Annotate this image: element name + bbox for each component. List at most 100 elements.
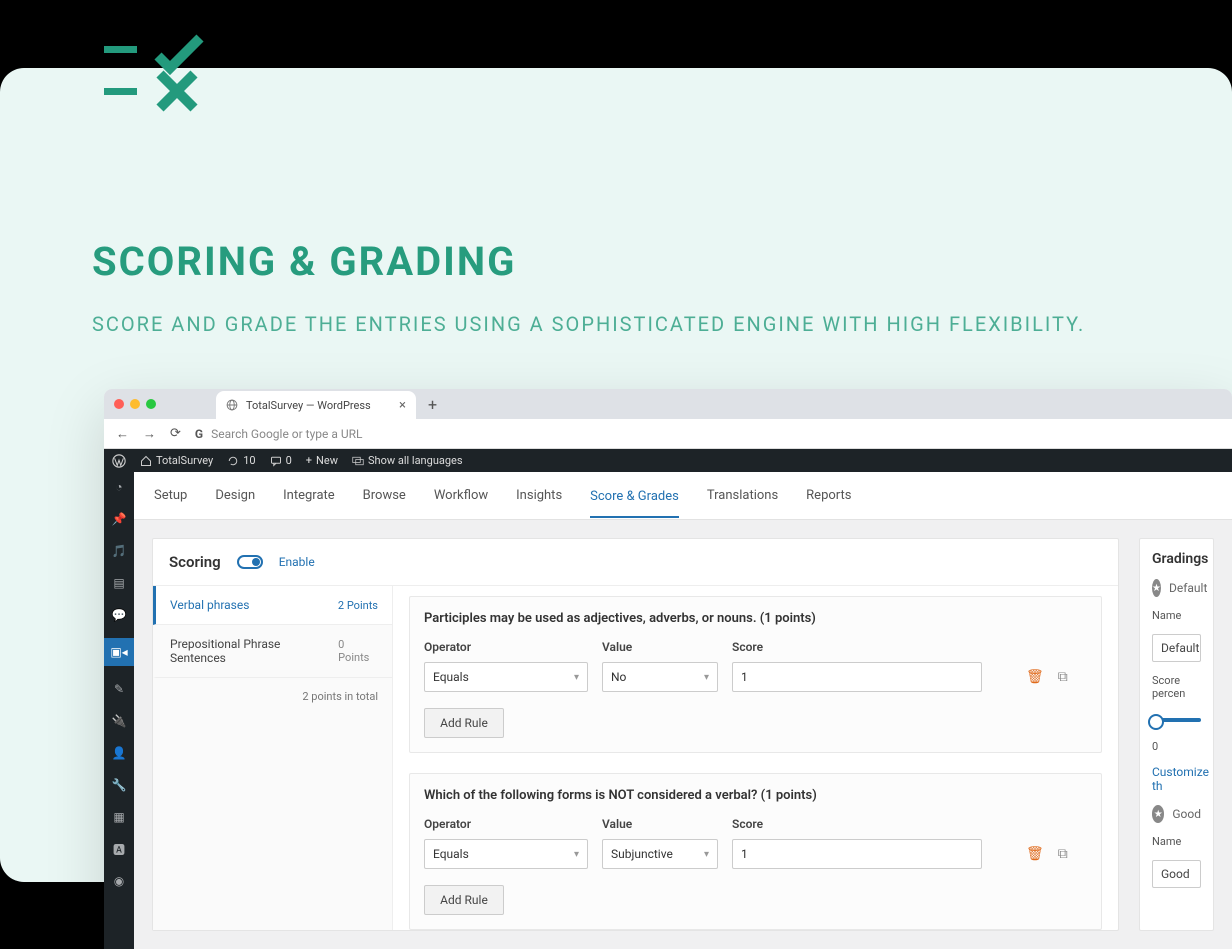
hero-card: SCORING & GRADING SCORE AND GRADE THE EN… (0, 68, 1232, 882)
app-tabs: Setup Design Integrate Browse Workflow I… (134, 472, 1232, 520)
question-list: Participles may be used as adjectives, a… (393, 586, 1118, 930)
maximize-window-icon[interactable] (146, 399, 156, 409)
survey-icon[interactable]: ▣◂ (104, 638, 134, 666)
browser-tab[interactable]: TotalSurvey — WordPress × (216, 391, 416, 419)
globe-icon (226, 399, 238, 411)
customize-link[interactable]: Customize th (1152, 765, 1201, 793)
star-icon: ★ (1152, 579, 1161, 597)
delete-rule-icon[interactable]: 🗑 (1026, 846, 1044, 862)
percent-label: Score percen (1152, 674, 1201, 700)
section-item[interactable]: Verbal phrases 2 Points (153, 586, 392, 625)
translate-icon[interactable]: 🅰 (104, 840, 134, 858)
gradings-title: Gradings (1152, 551, 1201, 567)
slider-value: 0 (1152, 740, 1201, 753)
reload-icon[interactable]: ⟳ (170, 426, 181, 441)
new-button[interactable]: + New (306, 454, 338, 467)
url-placeholder: Search Google or type a URL (211, 427, 362, 441)
grade-name-input[interactable]: Good (1152, 860, 1201, 888)
site-link[interactable]: TotalSurvey (140, 454, 213, 467)
browser-urlbar: ← → ⟳ G Search Google or type a URL (104, 419, 1232, 449)
logo (96, 32, 206, 126)
duplicate-rule-icon[interactable]: ⧉ (1058, 846, 1068, 862)
back-icon[interactable]: ← (116, 426, 129, 442)
score-input[interactable]: 1 (732, 662, 982, 692)
updates-indicator[interactable]: 10 (227, 454, 255, 467)
tab-design[interactable]: Design (215, 474, 255, 517)
col-operator-label: Operator (424, 640, 588, 654)
wp-logo-icon[interactable] (112, 454, 126, 468)
close-window-icon[interactable] (114, 399, 124, 409)
name-label: Name (1152, 609, 1201, 622)
question-title: Which of the following forms is NOT cons… (424, 788, 1087, 803)
page-subtitle: SCORE AND GRADE THE ENTRIES USING A SOPH… (92, 312, 1085, 336)
tab-score-grades[interactable]: Score & Grades (590, 475, 679, 518)
traffic-lights (114, 399, 156, 409)
name-label: Name (1152, 835, 1201, 848)
col-operator-label: Operator (424, 817, 588, 831)
browser-tabbar: TotalSurvey — WordPress × + (104, 389, 1232, 419)
users-icon[interactable]: 👤 (104, 744, 134, 762)
grade-name-input[interactable]: Default (1152, 634, 1201, 662)
play-icon[interactable]: ◉ (104, 872, 134, 890)
appearance-icon[interactable]: ✎ (104, 680, 134, 698)
section-item[interactable]: Prepositional Phrase Sentences 0 Points (153, 625, 392, 678)
col-score-label: Score (732, 817, 1087, 831)
duplicate-rule-icon[interactable]: ⧉ (1058, 669, 1068, 685)
question-title: Participles may be used as adjectives, a… (424, 611, 1087, 626)
dashboard-icon[interactable]: ◔ (104, 478, 134, 496)
search-engine-icon: G (195, 427, 203, 441)
operator-select[interactable]: Equals (424, 662, 588, 692)
tab-translations[interactable]: Translations (707, 474, 778, 517)
forward-icon[interactable]: → (143, 426, 156, 442)
comments-icon[interactable]: 💬 (104, 606, 134, 624)
col-value-label: Value (602, 817, 718, 831)
language-icon (352, 455, 364, 467)
comments-indicator[interactable]: 0 (270, 454, 292, 467)
delete-rule-icon[interactable]: 🗑 (1026, 669, 1044, 685)
col-score-label: Score (732, 640, 1087, 654)
enable-toggle[interactable] (237, 555, 263, 569)
tab-workflow[interactable]: Workflow (434, 474, 488, 517)
url-input[interactable]: G Search Google or type a URL (195, 427, 363, 441)
refresh-icon (227, 455, 239, 467)
tools-icon[interactable]: 🔧 (104, 776, 134, 794)
enable-label: Enable (279, 555, 315, 569)
new-tab-icon[interactable]: + (428, 395, 437, 414)
wp-sidebar: ◔ 📌 🎵 ▤ 💬 ▣◂ ✎ 🔌 👤 🔧 ▦ 🅰 ◉ (104, 472, 134, 949)
add-rule-button[interactable]: Add Rule (424, 885, 504, 915)
scoring-section-list: Verbal phrases 2 Points Prepositional Ph… (153, 586, 393, 930)
tab-browse[interactable]: Browse (363, 474, 406, 517)
plugins-icon[interactable]: 🔌 (104, 712, 134, 730)
settings-icon[interactable]: ▦ (104, 808, 134, 826)
question-card: Participles may be used as adjectives, a… (409, 596, 1102, 753)
minimize-window-icon[interactable] (130, 399, 140, 409)
tab-reports[interactable]: Reports (806, 474, 851, 517)
comment-icon (270, 455, 282, 467)
grade-item[interactable]: ★ Default (1152, 579, 1201, 597)
value-select[interactable]: No (602, 662, 718, 692)
grade-item[interactable]: ★ Good (1152, 805, 1201, 823)
tab-insights[interactable]: Insights (516, 474, 562, 517)
scoring-title: Scoring (169, 553, 221, 571)
tab-setup[interactable]: Setup (154, 474, 187, 517)
question-card: Which of the following forms is NOT cons… (409, 773, 1102, 930)
page-title: SCORING & GRADING (92, 238, 516, 285)
media-icon[interactable]: 🎵 (104, 542, 134, 560)
add-rule-button[interactable]: Add Rule (424, 708, 504, 738)
score-input[interactable]: 1 (732, 839, 982, 869)
languages-button[interactable]: Show all languages (352, 454, 463, 467)
pin-icon[interactable]: 📌 (104, 510, 134, 528)
operator-select[interactable]: Equals (424, 839, 588, 869)
value-select[interactable]: Subjunctive (602, 839, 718, 869)
close-tab-icon[interactable]: × (399, 398, 406, 413)
star-icon: ★ (1152, 805, 1164, 823)
tab-integrate[interactable]: Integrate (283, 474, 335, 517)
scoring-panel: Scoring Enable Verbal phrases 2 Points (152, 538, 1119, 931)
points-total: 2 points in total (153, 678, 392, 715)
browser-window: TotalSurvey — WordPress × + ← → ⟳ G Sear… (104, 389, 1232, 949)
score-percent-slider[interactable] (1152, 718, 1201, 722)
pages-icon[interactable]: ▤ (104, 574, 134, 592)
wp-admin-bar: TotalSurvey 10 0 + New Show all language… (104, 449, 1232, 472)
tab-title: TotalSurvey — WordPress (246, 399, 371, 412)
col-value-label: Value (602, 640, 718, 654)
